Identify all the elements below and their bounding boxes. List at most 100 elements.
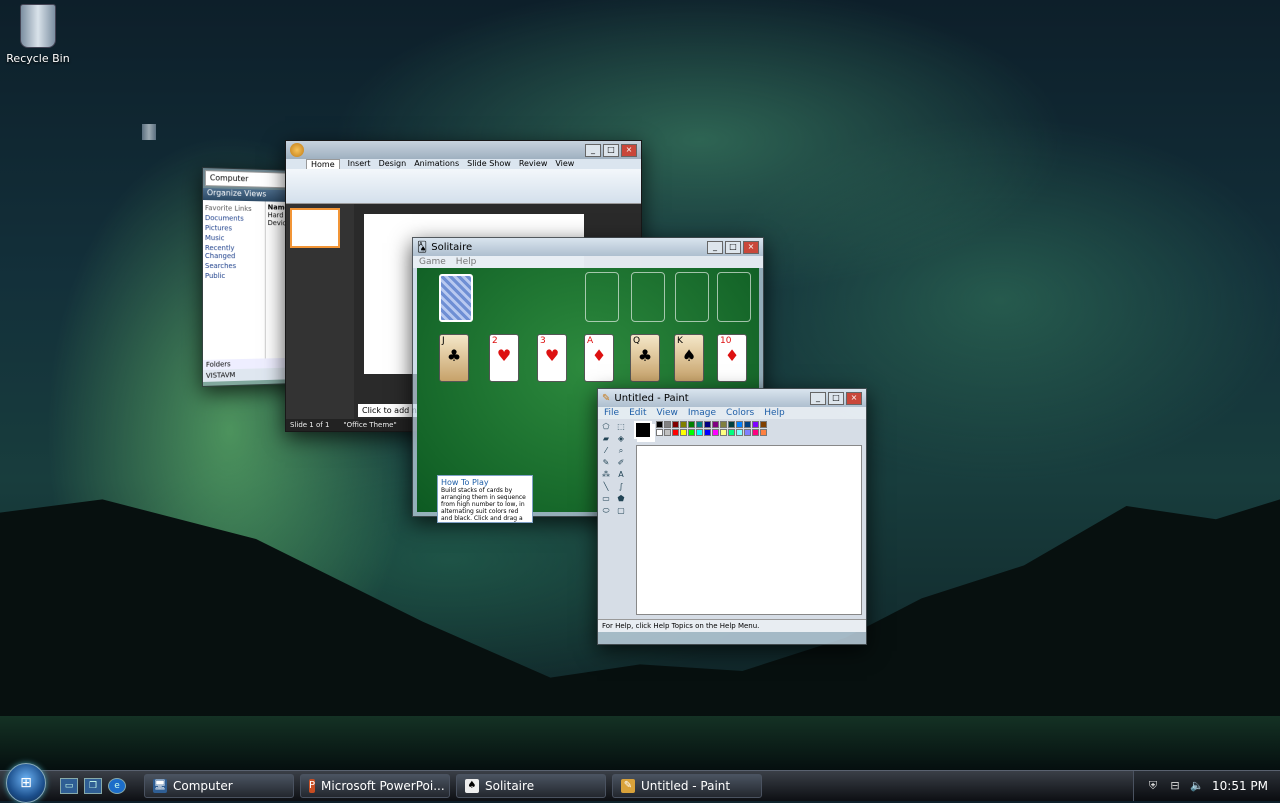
foundation-slot[interactable]	[585, 272, 619, 322]
paint-window[interactable]: ✎ Untitled - Paint _ □ × File Edit View …	[597, 388, 867, 645]
close-button[interactable]: ×	[621, 143, 637, 157]
tableau-card[interactable]: Q ♣	[630, 334, 660, 382]
foundation-slot[interactable]	[717, 272, 751, 322]
airbrush-icon[interactable]: ⁂	[601, 470, 611, 480]
palette-swatch[interactable]	[656, 421, 663, 428]
rectangle-icon[interactable]: ▭	[601, 494, 611, 504]
tab-home[interactable]: Home	[306, 159, 340, 169]
current-color[interactable]	[634, 421, 652, 439]
office-button-icon[interactable]	[290, 143, 304, 157]
palette-swatch[interactable]	[720, 429, 727, 436]
nav-item-music[interactable]: Music	[205, 234, 263, 243]
menu-help[interactable]: Help	[764, 408, 785, 418]
palette-swatch[interactable]	[728, 429, 735, 436]
text-icon[interactable]: A	[616, 470, 626, 480]
recycle-bin-desktop-icon[interactable]: Recycle Bin	[4, 4, 72, 65]
tableau-card[interactable]: J ♣	[439, 334, 469, 382]
palette-swatch[interactable]	[680, 429, 687, 436]
maximize-button[interactable]: □	[725, 240, 741, 254]
tableau-card[interactable]: 3 ♥	[537, 334, 567, 382]
palette-swatch[interactable]	[752, 429, 759, 436]
tab-view[interactable]: View	[555, 159, 574, 169]
tab-insert[interactable]: Insert	[348, 159, 371, 169]
palette-swatch[interactable]	[696, 429, 703, 436]
tableau-card[interactable]: 10 ♦	[717, 334, 747, 382]
taskbar-button-paint[interactable]: ✎ Untitled - Paint	[612, 774, 762, 798]
pencil-icon[interactable]: ✎	[601, 458, 611, 468]
palette-swatch[interactable]	[664, 421, 671, 428]
color-picker-icon[interactable]: ⁄	[601, 446, 611, 456]
minimize-button[interactable]: _	[585, 143, 601, 157]
menu-edit[interactable]: Edit	[629, 408, 646, 418]
palette-swatch[interactable]	[680, 421, 687, 428]
paint-titlebar[interactable]: ✎ Untitled - Paint _ □ ×	[598, 389, 866, 407]
switch-windows-icon[interactable]: ❐	[84, 778, 102, 794]
minimize-button[interactable]: _	[707, 240, 723, 254]
nav-item-documents[interactable]: Documents	[205, 214, 263, 223]
palette-swatch[interactable]	[752, 421, 759, 428]
internet-explorer-icon[interactable]: e	[108, 778, 126, 794]
palette-swatch[interactable]	[720, 421, 727, 428]
eraser-icon[interactable]: ▰	[601, 434, 611, 444]
palette-swatch[interactable]	[688, 421, 695, 428]
taskbar-button-computer[interactable]: 🖥 Computer	[144, 774, 294, 798]
palette-swatch[interactable]	[736, 429, 743, 436]
menu-colors[interactable]: Colors	[726, 408, 754, 418]
palette-swatch[interactable]	[712, 429, 719, 436]
palette-swatch[interactable]	[744, 429, 751, 436]
fill-icon[interactable]: ◈	[616, 434, 626, 444]
tab-review[interactable]: Review	[519, 159, 548, 169]
start-button[interactable]: ⊞	[6, 763, 46, 803]
palette-swatch[interactable]	[656, 429, 663, 436]
solitaire-titlebar[interactable]: 🂡 Solitaire _ □ ×	[413, 238, 763, 256]
tab-animations[interactable]: Animations	[414, 159, 459, 169]
slide-thumbnail[interactable]	[290, 208, 340, 248]
paint-canvas[interactable]	[636, 445, 862, 615]
palette-swatch[interactable]	[744, 421, 751, 428]
tableau-card[interactable]: 2 ♥	[489, 334, 519, 382]
palette-swatch[interactable]	[736, 421, 743, 428]
taskbar-button-powerpoint[interactable]: P Microsoft PowerPoi...	[300, 774, 450, 798]
palette-swatch[interactable]	[704, 429, 711, 436]
palette-swatch[interactable]	[672, 421, 679, 428]
foundation-slot[interactable]	[631, 272, 665, 322]
volume-icon[interactable]: 🔈	[1190, 779, 1204, 793]
powerpoint-titlebar[interactable]: _ □ ×	[286, 141, 641, 159]
network-icon[interactable]: ⊟	[1168, 779, 1182, 793]
tableau-card[interactable]: K ♠	[674, 334, 704, 382]
menu-view[interactable]: View	[657, 408, 678, 418]
palette-swatch[interactable]	[728, 421, 735, 428]
foundation-slot[interactable]	[675, 272, 709, 322]
palette-swatch[interactable]	[696, 421, 703, 428]
security-icon[interactable]: ⛨	[1146, 779, 1160, 793]
show-desktop-icon[interactable]: ▭	[60, 778, 78, 794]
palette-swatch[interactable]	[672, 429, 679, 436]
nav-item-recently-changed[interactable]: Recently Changed	[205, 244, 263, 260]
polygon-icon[interactable]: ⬟	[616, 494, 626, 504]
clock[interactable]: 10:51 PM	[1212, 779, 1268, 793]
ribbon[interactable]	[286, 169, 641, 204]
palette-swatch[interactable]	[664, 429, 671, 436]
minimize-button[interactable]: _	[810, 391, 826, 405]
nav-item-pictures[interactable]: Pictures	[205, 224, 263, 233]
menu-help[interactable]: Help	[456, 257, 477, 267]
maximize-button[interactable]: □	[828, 391, 844, 405]
close-button[interactable]: ×	[743, 240, 759, 254]
rounded-rectangle-icon[interactable]: ▢	[616, 506, 626, 516]
palette-swatch[interactable]	[712, 421, 719, 428]
palette-swatch[interactable]	[704, 421, 711, 428]
menu-game[interactable]: Game	[419, 257, 446, 267]
ellipse-icon[interactable]: ⬭	[601, 506, 611, 516]
stock-pile[interactable]	[439, 274, 473, 322]
menu-image[interactable]: Image	[688, 408, 716, 418]
menu-file[interactable]: File	[604, 408, 619, 418]
nav-item-searches[interactable]: Searches	[205, 262, 263, 270]
palette-swatch[interactable]	[688, 429, 695, 436]
maximize-button[interactable]: □	[603, 143, 619, 157]
brush-icon[interactable]: ✐	[616, 458, 626, 468]
palette-swatch[interactable]	[760, 429, 767, 436]
tab-design[interactable]: Design	[379, 159, 407, 169]
select-icon[interactable]: ⬚	[616, 422, 626, 432]
tab-slide-show[interactable]: Slide Show	[467, 159, 511, 169]
taskbar-button-solitaire[interactable]: ♠ Solitaire	[456, 774, 606, 798]
